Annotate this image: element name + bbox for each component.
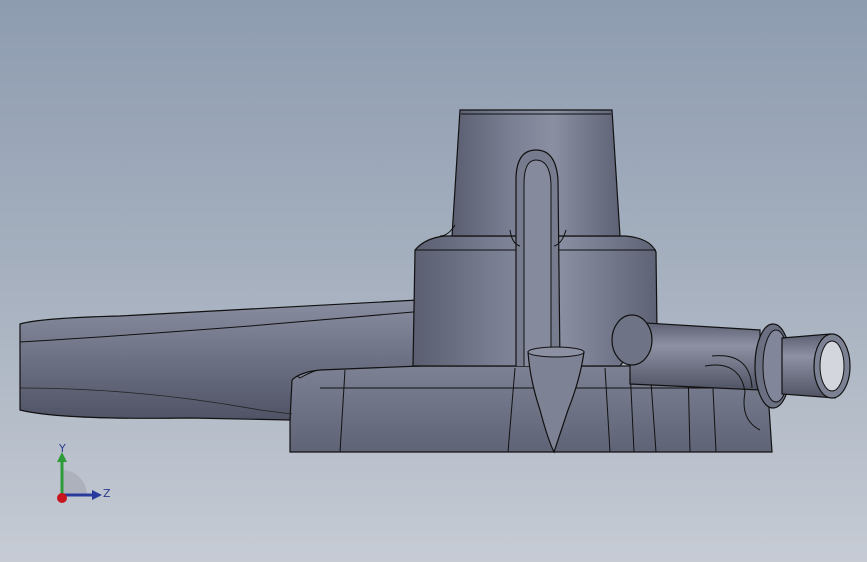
triad-z-arrowhead bbox=[92, 490, 102, 500]
triad-z-label: Z bbox=[103, 487, 111, 500]
triad-x-axis bbox=[57, 493, 67, 503]
view-triad[interactable]: Y Z bbox=[40, 440, 120, 510]
part-model[interactable] bbox=[0, 0, 867, 562]
triad-y-label: Y bbox=[58, 442, 66, 455]
triad-quarter-disc bbox=[62, 470, 87, 495]
graphics-viewport[interactable]: Y Z bbox=[0, 0, 867, 562]
